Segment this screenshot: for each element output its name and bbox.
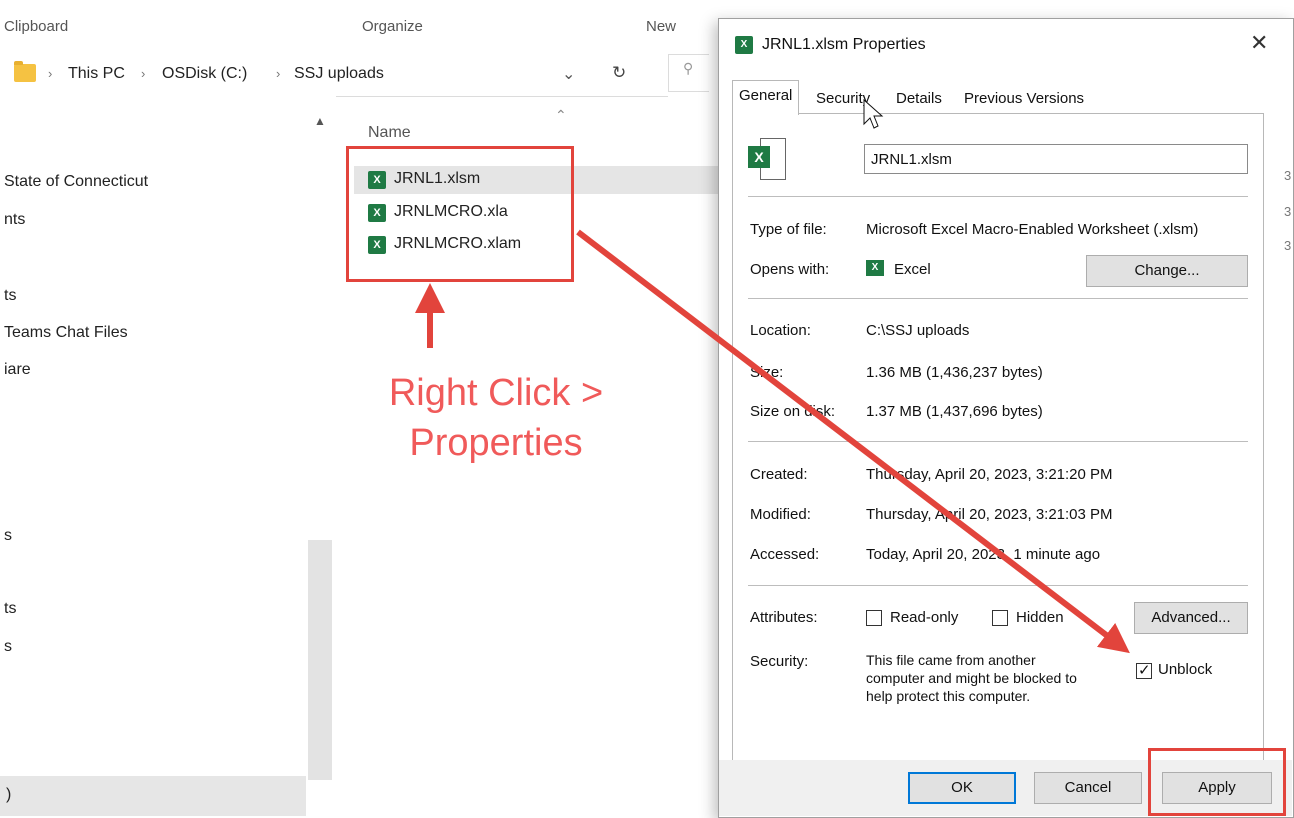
readonly-label[interactable]: Read-only xyxy=(890,609,958,626)
truncated-column-text: 3 xyxy=(1284,168,1292,183)
truncated-column-text: 3 xyxy=(1284,204,1292,219)
readonly-checkbox[interactable] xyxy=(866,610,882,626)
divider xyxy=(748,298,1248,299)
annotation-properties: Properties xyxy=(409,422,583,464)
excel-app-icon: X xyxy=(866,260,884,276)
created-label: Created: xyxy=(750,466,808,483)
modified-label: Modified: xyxy=(750,506,811,523)
nav-item[interactable]: ) xyxy=(6,786,11,804)
location-label: Location: xyxy=(750,322,811,339)
breadcrumb-osdisk[interactable]: OSDisk (C:) xyxy=(162,65,247,83)
highlight-box-files xyxy=(346,146,574,282)
breadcrumb-separator: › xyxy=(141,66,146,81)
security-text-line2: computer and might be blocked to xyxy=(866,670,1077,686)
type-label: Type of file: xyxy=(750,221,827,238)
unblock-label[interactable]: Unblock xyxy=(1158,661,1212,678)
nav-item[interactable]: s xyxy=(4,638,12,656)
nav-item-state-of-connecticut[interactable]: State of Connecticut xyxy=(4,173,148,191)
tab-general[interactable]: General xyxy=(732,80,800,115)
divider xyxy=(748,585,1248,586)
opens-with-value: Excel xyxy=(894,261,931,278)
tab-security[interactable]: Security xyxy=(810,84,876,114)
nav-item[interactable]: iare xyxy=(4,361,31,379)
hidden-label[interactable]: Hidden xyxy=(1016,609,1064,626)
divider xyxy=(748,196,1248,197)
nav-item[interactable]: nts xyxy=(4,211,25,229)
ribbon-clipboard-label: Clipboard xyxy=(4,18,69,35)
modified-value: Thursday, April 20, 2023, 3:21:03 PM xyxy=(866,506,1113,523)
attributes-label: Attributes: xyxy=(750,609,818,626)
close-icon[interactable]: ✕ xyxy=(1250,30,1268,56)
size-value: 1.36 MB (1,436,237 bytes) xyxy=(866,364,1043,381)
breadcrumb-separator: › xyxy=(48,66,53,81)
ribbon-organize-label: Organize xyxy=(362,18,423,35)
security-text-line1: This file came from another xyxy=(866,652,1036,668)
highlight-box-apply xyxy=(1148,748,1286,816)
nav-scrollbar[interactable] xyxy=(308,540,332,780)
nav-item-teams-chat-files[interactable]: Teams Chat Files xyxy=(4,324,128,342)
opens-with-label: Opens with: xyxy=(750,261,830,278)
unblock-checkbox[interactable] xyxy=(1136,661,1152,679)
size-on-disk-value: 1.37 MB (1,437,696 bytes) xyxy=(866,403,1043,420)
folder-icon xyxy=(14,61,36,82)
size-on-disk-label: Size on disk: xyxy=(750,403,836,420)
scroll-up-icon[interactable]: ▲ xyxy=(314,114,326,128)
refresh-icon[interactable]: ↻ xyxy=(612,63,626,83)
nav-item[interactable]: ts xyxy=(4,600,16,618)
ok-button[interactable]: OK xyxy=(908,772,1016,804)
truncated-column-text: 3 xyxy=(1284,238,1292,253)
dialog-title: JRNL1.xlsm Properties xyxy=(762,36,926,53)
breadcrumb-this-pc[interactable]: This PC xyxy=(68,65,125,83)
nav-selected-item[interactable] xyxy=(0,776,306,816)
divider xyxy=(748,441,1248,442)
nav-item[interactable]: s xyxy=(4,527,12,545)
ribbon-new-label: New xyxy=(646,18,677,35)
excel-macro-icon: X xyxy=(735,36,753,54)
size-label: Size: xyxy=(750,364,784,381)
column-header-name[interactable]: Name xyxy=(368,124,411,142)
location-value: C:\SSJ uploads xyxy=(866,322,970,339)
chevron-down-icon[interactable]: ⌄ xyxy=(562,64,575,84)
created-value: Thursday, April 20, 2023, 3:21:20 PM xyxy=(866,466,1113,483)
annotation-right-click: Right Click > xyxy=(388,372,604,414)
tab-previous-versions[interactable]: Previous Versions xyxy=(958,84,1090,114)
file-name-field[interactable]: JRNL1.xlsm xyxy=(864,144,1248,174)
breadcrumb-ssj-uploads[interactable]: SSJ uploads xyxy=(294,65,384,83)
sort-caret-icon: ⌃ xyxy=(555,107,567,123)
excel-file-icon: X xyxy=(748,138,788,180)
security-text-line3: help protect this computer. xyxy=(866,688,1031,704)
accessed-label: Accessed: xyxy=(750,546,820,563)
navigation-pane xyxy=(0,96,336,816)
breadcrumb-separator: › xyxy=(276,66,281,81)
cancel-button[interactable]: Cancel xyxy=(1034,772,1142,804)
security-label: Security: xyxy=(750,653,809,670)
tab-details[interactable]: Details xyxy=(890,84,948,114)
type-value: Microsoft Excel Macro-Enabled Worksheet … xyxy=(866,221,1199,238)
accessed-value: Today, April 20, 2023, 1 minute ago xyxy=(866,546,1101,563)
change-button[interactable]: Change... xyxy=(1086,255,1248,287)
hidden-checkbox[interactable] xyxy=(992,610,1008,626)
advanced-button[interactable]: Advanced... xyxy=(1134,602,1248,634)
nav-item[interactable]: ts xyxy=(4,287,16,305)
search-icon: ⚲ xyxy=(683,60,694,76)
